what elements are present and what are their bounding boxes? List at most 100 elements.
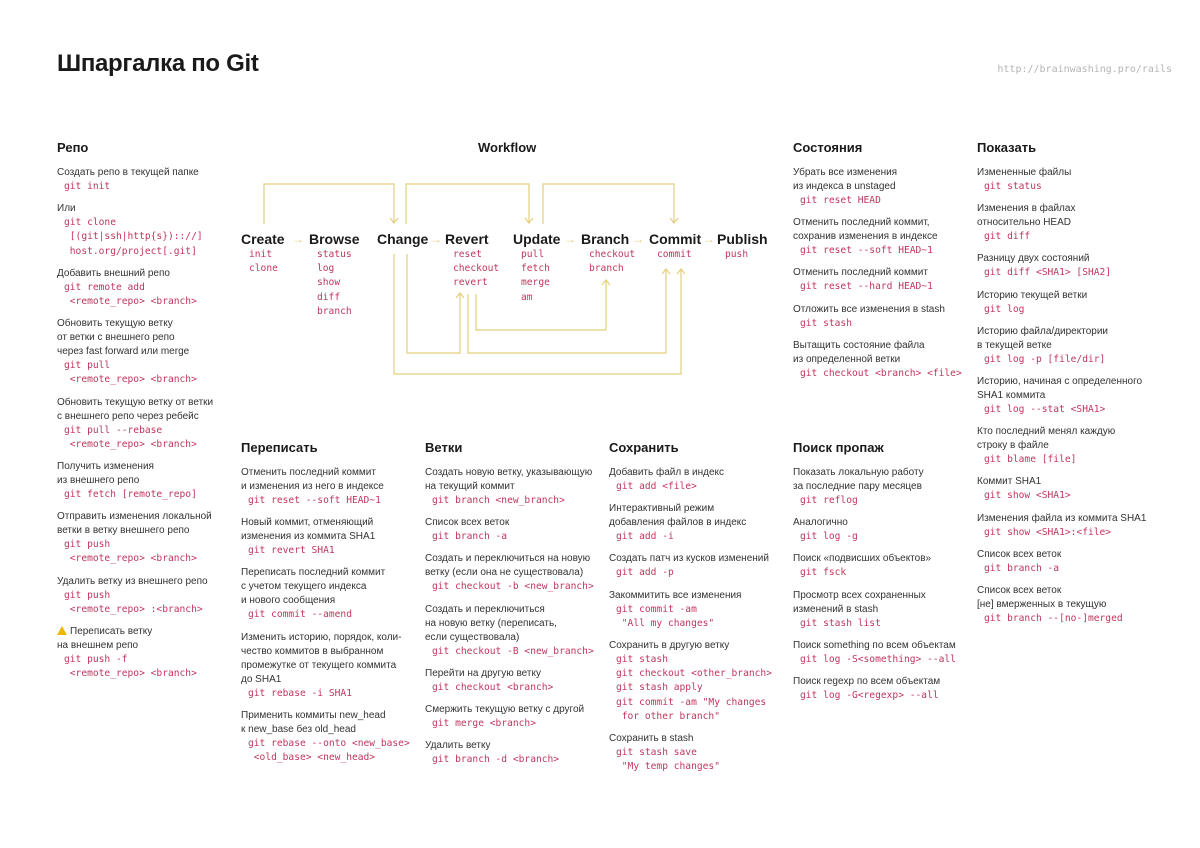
workflow-stage-update: Update pull fetch merge am: [513, 230, 560, 305]
stage-cmd: log: [317, 263, 335, 275]
cheat-entry: Добавить внешний репо git remote add <rem…: [57, 267, 241, 309]
stage-cmd: checkout: [589, 249, 636, 260]
connector-change-to-update: [405, 183, 530, 224]
entry-command: git commit --amend: [248, 609, 352, 621]
entry-command: git branch -a: [984, 562, 1060, 574]
cheat-entry: Поиск regexp по всем объектам git log -G<…: [793, 675, 977, 703]
cheat-entry: Создать репо в текущей папке git init: [57, 166, 241, 194]
entry-description: Поиск «подвисших объектов»: [793, 553, 932, 565]
entry-command: git push <remote_repo> <branch>: [64, 539, 197, 565]
cheat-entry: Закоммитить все изменения git commit -am …: [609, 589, 793, 631]
entry-command: git log -g: [800, 531, 858, 543]
entry-command: git show <SHA1>: [984, 490, 1071, 502]
entry-description: Отменить последний коммит: [793, 267, 928, 279]
flow-arrow-icon: →: [564, 232, 576, 246]
entry-command: git add -p: [616, 567, 674, 579]
cheat-entry: Удалить ветку из внешнего репо git push <…: [57, 575, 241, 617]
cheat-entry: Новый коммит, отменяющий изменения из ко…: [241, 516, 425, 558]
entry-description: Отложить все изменения в stash: [793, 303, 945, 315]
section-repo: Репо Создать репо в текущей папке git init…: [57, 140, 241, 689]
cheat-entry: Обновить текущую ветку от ветки с внешне…: [57, 396, 241, 452]
cheat-entry: Убрать все изменения из индекса в unstag…: [793, 166, 977, 208]
entry-description: Историю текущей ветки: [977, 289, 1088, 301]
entry-command: git commit -am "All my changes": [616, 603, 715, 629]
entry-command: git stash list: [800, 617, 881, 629]
stage-cmd: push: [725, 249, 749, 260]
cheat-entry: Смержить текущую ветку с другой git merge…: [425, 703, 609, 731]
entry-description: Изменения файла из коммита SHA1: [977, 512, 1147, 524]
entry-command: git branch --[no-]merged: [984, 613, 1123, 625]
entry-command: git reset --hard HEAD~1: [800, 281, 933, 293]
entry-command: git log -S<something> --all: [800, 653, 956, 665]
stage-cmd: show: [317, 277, 341, 289]
entry-command: git reset HEAD: [800, 195, 881, 206]
entry-description: Историю файла/директории в текущей ветке: [977, 325, 1108, 351]
workflow-stage-revert: Revert reset checkout revert: [445, 230, 499, 291]
cheat-entry: Изменения в файлах относительно HEAD git …: [977, 202, 1177, 244]
cheat-entry: Измененные файлы git status: [977, 166, 1177, 194]
cheat-entry: Получить изменения из внешнего репо git f…: [57, 460, 241, 502]
entry-description: Список всех веток [не] вмерженных в теку…: [977, 585, 1107, 611]
entry-description: Создать репо в текущей папке: [57, 167, 199, 178]
entry-description-text: Переписать ветку на внешнем репо: [57, 626, 153, 652]
cheat-entry: Отменить последний коммит и изменения из…: [241, 466, 425, 508]
workflow-stage-change: Change: [377, 231, 429, 247]
cheat-entry: Просмотр всех сохраненных изменений в st…: [793, 589, 977, 631]
flow-arrow-icon: →: [430, 232, 442, 246]
flow-arrow-icon: →: [292, 232, 304, 246]
entry-description: Историю, начиная с определенного SHA1 ко…: [977, 376, 1143, 402]
entry-description: Отправить изменения локальной ветки в ве…: [57, 511, 212, 537]
section-title: Переписать: [241, 440, 318, 455]
cheat-entry: Вытащить состояние файла из определенной…: [793, 339, 977, 381]
section-lost: Поиск пропаж Показать локальную работу за…: [793, 440, 977, 711]
section-title: Репо: [57, 140, 89, 155]
entry-command: git init: [64, 181, 111, 192]
entry-description: Список всех веток: [977, 548, 1062, 560]
entry-description: Кто последний менял каждую строку в файл…: [977, 426, 1116, 452]
workflow-stage-create: Create init clone: [241, 230, 285, 276]
entry-description: Добавить внешний репо: [57, 267, 170, 279]
entry-command: git pull --rebase <remote_repo> <branch>: [64, 424, 197, 450]
cheat-entry: Применить коммиты new_head к new_base бе…: [241, 709, 425, 765]
entry-command: git remote add <remote_repo> <branch>: [64, 281, 197, 308]
entry-description: Список всех веток: [425, 517, 510, 529]
entry-description: Смержить текущую ветку с другой: [425, 704, 585, 716]
cheat-entry: Отложить все изменения в stash git stash: [793, 303, 977, 331]
entry-command: git stash: [800, 317, 852, 329]
stage-cmd: diff: [317, 291, 341, 303]
section-save: Сохранить Добавить файл в индекс git add <…: [609, 440, 793, 782]
entry-description: Создать и переключиться на новую ветку (…: [425, 603, 557, 643]
cheat-entry: Создать патч из кусков изменений git add …: [609, 552, 793, 580]
section-title: Показать: [977, 140, 1037, 155]
cheat-entry: Создать и переключиться на новую ветку (…: [425, 603, 609, 659]
entry-description: Удалить ветку: [425, 740, 491, 752]
stage-cmd: clone: [249, 263, 278, 275]
cheat-entry: Аналогично git log -g: [793, 516, 977, 544]
cheat-entry: Поиск something по всем объектам git log …: [793, 639, 977, 667]
cheat-entry: Или git clone [(git|ssh|http{s}):://] hos…: [57, 202, 241, 259]
stage-cmd: reset: [453, 249, 482, 260]
cheat-entry: Отменить последний коммит, сохранив изме…: [793, 216, 977, 258]
cheat-entry: Обновить текущую ветку от ветки с внешне…: [57, 317, 241, 387]
cheat-entry: Создать и переключиться на новую ветку (…: [425, 552, 609, 594]
entry-command: git add <file>: [616, 481, 697, 492]
entry-command: git fetch [remote_repo]: [64, 489, 197, 501]
stage-cmd: status: [317, 249, 352, 260]
entry-command: git status: [984, 181, 1042, 192]
cheat-entry: Коммит SHA1 git show <SHA1>: [977, 475, 1177, 503]
cheat-entry: Интерактивный режим добавления файлов в …: [609, 502, 793, 544]
stage-cmd: pull: [521, 249, 545, 260]
entry-description: Просмотр всех сохраненных изменений в st…: [793, 589, 926, 615]
entry-description: Измененные файлы: [977, 167, 1072, 178]
connector-update-to-commit: [542, 183, 675, 224]
entry-command: git log: [984, 303, 1025, 315]
entry-command: git diff <SHA1> [SHA2]: [984, 267, 1112, 279]
entry-command: git log --stat <SHA1>: [984, 404, 1106, 416]
stage-cmd: merge: [521, 277, 550, 289]
cheat-entry: Поиск «подвисших объектов» git fsck: [793, 552, 977, 580]
cheat-entry: Историю, начиная с определенного SHA1 ко…: [977, 375, 1177, 417]
entry-command: git add -i: [616, 531, 674, 543]
entry-description: Изменить историю, порядок, коли- чество …: [241, 631, 402, 685]
entry-description: Добавить файл в индекс: [609, 467, 725, 478]
stage-cmd: am: [521, 291, 533, 303]
